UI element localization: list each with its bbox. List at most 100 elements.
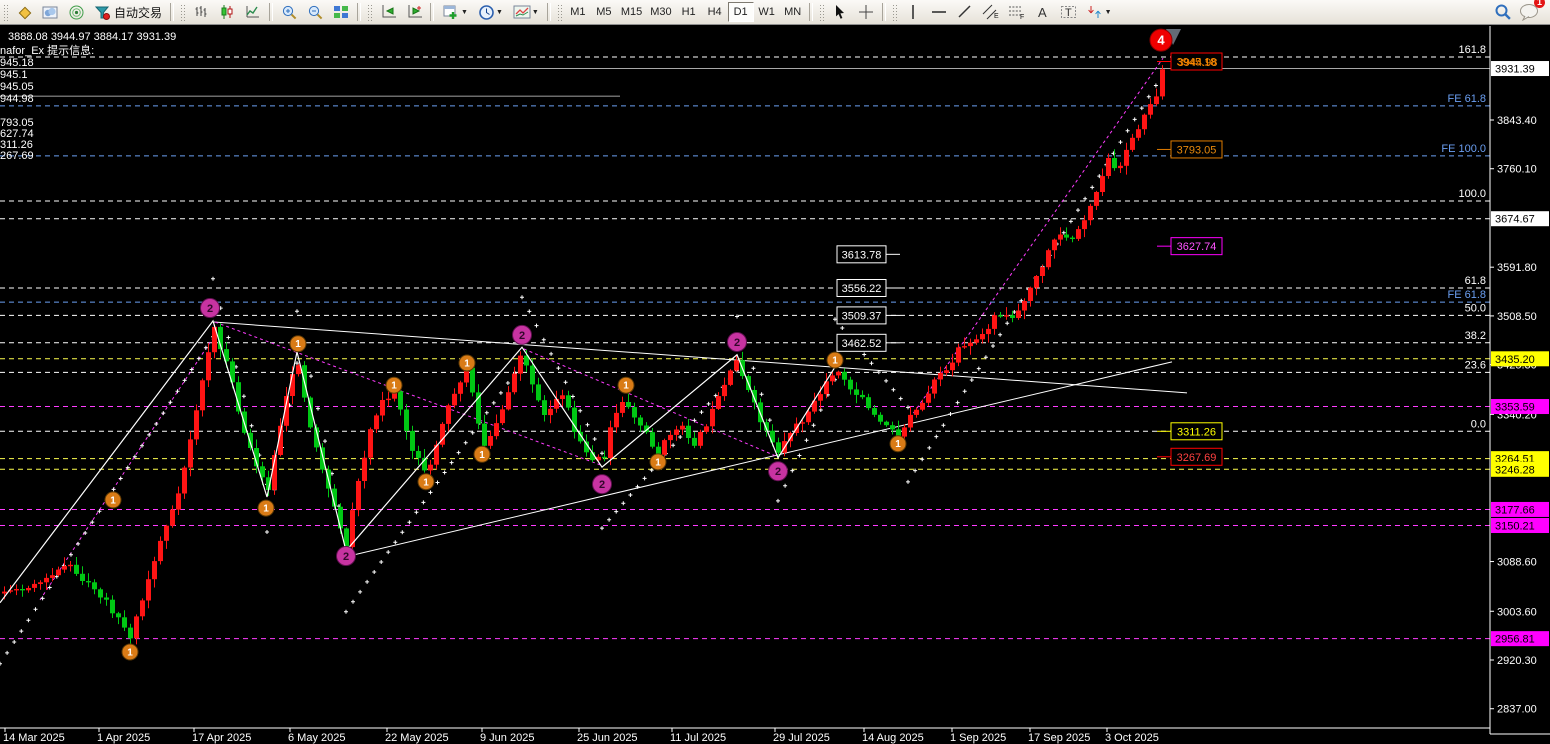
timeframe-H4[interactable]: H4 bbox=[702, 2, 728, 22]
ohlc-readout: 3888.08 3944.97 3884.17 3931.39 bbox=[8, 31, 176, 43]
axis-tick-label: 3508.50 bbox=[1497, 311, 1537, 323]
notifications-button[interactable]: 1 bbox=[1517, 1, 1541, 23]
search-icon bbox=[1494, 3, 1512, 21]
axis-price-tag-label: 3246.28 bbox=[1495, 464, 1535, 476]
axis-price-tag-label: 3150.21 bbox=[1495, 521, 1535, 533]
wave-marker-1-label: 1 bbox=[263, 504, 269, 515]
bar-chart-icon bbox=[193, 4, 209, 20]
wave-marker-1-label: 1 bbox=[127, 647, 133, 658]
new-order-icon bbox=[16, 4, 33, 21]
period-button[interactable]: ▼ bbox=[474, 1, 507, 23]
wave-marker-2-label: 2 bbox=[519, 330, 525, 342]
zoom-in-icon bbox=[281, 4, 298, 21]
timeframe-H1[interactable]: H1 bbox=[676, 2, 702, 22]
indicator-value: 945.05 bbox=[0, 81, 34, 93]
signals-button[interactable] bbox=[64, 1, 88, 23]
template-button[interactable]: ▼ bbox=[509, 1, 543, 23]
date-label: 22 May 2025 bbox=[385, 732, 449, 744]
price-box-right-label: 3267.69 bbox=[1177, 452, 1217, 464]
wave-marker-2-label: 2 bbox=[599, 479, 605, 491]
candlestick-chart-button[interactable] bbox=[215, 1, 239, 23]
autotrading-icon bbox=[94, 4, 111, 21]
fib-label: 100.0 bbox=[1458, 188, 1486, 200]
date-label: 3 Oct 2025 bbox=[1105, 732, 1159, 744]
date-label: 17 Apr 2025 bbox=[192, 732, 251, 744]
autotrading-label: 自动交易 bbox=[114, 4, 162, 21]
auto-scroll-button[interactable] bbox=[402, 1, 426, 23]
autotrading-button[interactable]: 自动交易 bbox=[90, 1, 166, 23]
new-chart-caret: ▼ bbox=[461, 9, 468, 16]
vertical-line-icon bbox=[906, 4, 920, 20]
chart-shift-button[interactable] bbox=[376, 1, 400, 23]
fib-label: FE 61.8 bbox=[1447, 93, 1486, 105]
timeframe-M30[interactable]: M30 bbox=[646, 2, 675, 22]
candlestick-chart-icon bbox=[219, 4, 235, 20]
cursor-icon bbox=[832, 4, 847, 20]
crosshair-icon bbox=[858, 4, 874, 20]
text-icon: A bbox=[1035, 4, 1050, 20]
channel-icon: E bbox=[982, 4, 1000, 20]
wave-marker-2-label: 2 bbox=[734, 337, 740, 349]
crosshair-button[interactable] bbox=[854, 1, 878, 23]
period-caret: ▼ bbox=[496, 9, 503, 16]
timeframe-M1[interactable]: M1 bbox=[565, 2, 591, 22]
text-label-icon: T bbox=[1060, 4, 1077, 20]
channel-button[interactable]: E bbox=[979, 1, 1003, 23]
axis-price-tag-label: 3353.59 bbox=[1495, 402, 1535, 414]
new-chart-icon bbox=[442, 4, 460, 21]
trendline-button[interactable] bbox=[953, 1, 977, 23]
bar-chart-button[interactable] bbox=[189, 1, 213, 23]
indicator-value: 944.98 bbox=[0, 93, 34, 105]
wave-marker-4-label: 4 bbox=[1157, 33, 1165, 48]
fib-label: 161.8 bbox=[1458, 44, 1486, 56]
horizontal-line-icon bbox=[931, 5, 947, 19]
fib-label: 0.0 bbox=[1471, 418, 1486, 430]
timeframe-D1[interactable]: D1 bbox=[728, 2, 754, 22]
tile-windows-icon bbox=[333, 4, 349, 20]
wave-marker-1-label: 1 bbox=[391, 381, 397, 392]
vertical-line-button[interactable] bbox=[901, 1, 925, 23]
timeframe-M5[interactable]: M5 bbox=[591, 2, 617, 22]
arrows-button[interactable]: ▼ bbox=[1083, 1, 1116, 23]
search-button[interactable] bbox=[1491, 1, 1515, 23]
timeframe-M15[interactable]: M15 bbox=[617, 2, 646, 22]
svg-text:A: A bbox=[1038, 5, 1047, 20]
zoom-out-button[interactable] bbox=[303, 1, 327, 23]
profile-charts-icon bbox=[41, 4, 59, 21]
price-box-right-label: 3627.74 bbox=[1177, 241, 1217, 253]
date-label: 1 Apr 2025 bbox=[97, 732, 150, 744]
wave-marker-1-label: 1 bbox=[479, 450, 485, 461]
new-chart-button[interactable]: ▼ bbox=[438, 1, 472, 23]
price-chart[interactable]: 11111111111122222243613.783556.223509.37… bbox=[0, 0, 1550, 744]
text-label-button[interactable]: T bbox=[1057, 1, 1081, 23]
axis-tick-label: 3088.60 bbox=[1497, 557, 1537, 569]
notification-badge: 1 bbox=[1534, 0, 1545, 8]
text-button[interactable]: A bbox=[1031, 1, 1055, 23]
horizontal-line-button[interactable] bbox=[927, 1, 951, 23]
tile-windows-button[interactable] bbox=[329, 1, 353, 23]
new-order-button[interactable] bbox=[12, 1, 36, 23]
indicator-info-title: nafor_Ex 提示信息: bbox=[0, 45, 94, 57]
line-chart-icon bbox=[245, 4, 261, 20]
arrows-caret: ▼ bbox=[1105, 9, 1112, 16]
svg-text:E: E bbox=[994, 13, 999, 20]
zoom-in-button[interactable] bbox=[277, 1, 301, 23]
price-box-left-label: 3462.52 bbox=[842, 338, 882, 350]
timeframe-W1[interactable]: W1 bbox=[754, 2, 780, 22]
axis-tick-label: 2920.30 bbox=[1497, 655, 1537, 667]
fibonacci-button[interactable]: F bbox=[1005, 1, 1029, 23]
price-box-right-label: 3944.98 bbox=[1178, 57, 1218, 69]
price-box-left-label: 3509.37 bbox=[842, 310, 882, 322]
indicator-value: 945.1 bbox=[0, 69, 28, 81]
wave-marker-1-label: 1 bbox=[623, 381, 629, 392]
toolbar-drag-handle[interactable] bbox=[2, 3, 9, 21]
axis-price-tag-label: 3674.67 bbox=[1495, 214, 1535, 226]
wave-marker-1-label: 1 bbox=[655, 457, 661, 468]
timeframe-MN[interactable]: MN bbox=[780, 2, 806, 22]
cursor-button[interactable] bbox=[828, 1, 852, 23]
line-chart-button[interactable] bbox=[241, 1, 265, 23]
profile-charts-button[interactable] bbox=[38, 1, 62, 23]
price-box-left-label: 3556.22 bbox=[842, 283, 882, 295]
wave-marker-1-label: 1 bbox=[464, 359, 470, 370]
fib-label: 50.0 bbox=[1465, 302, 1486, 314]
